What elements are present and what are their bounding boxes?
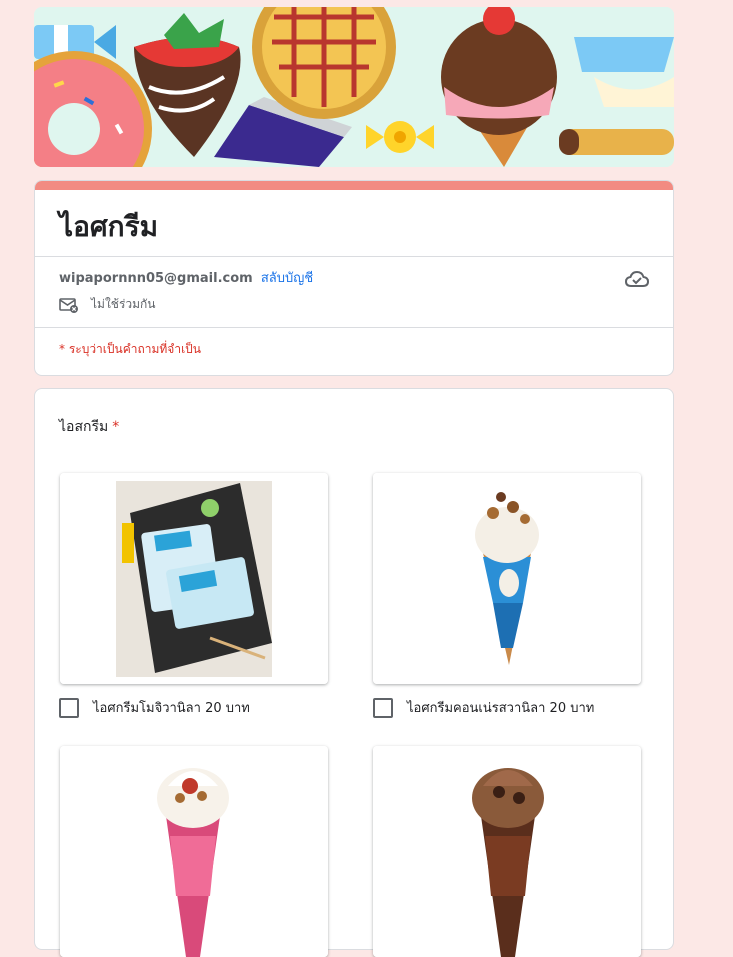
required-asterisk: * [112,419,120,435]
question-card: ไอสกรีม * ไอศกรีมโมจิวานิลา 20 บาท ไอศกร… [34,388,674,957]
question-title-text: ไอสกรีม [59,419,109,435]
account-divider [35,327,673,328]
header-banner-image [34,7,674,167]
option-row-2[interactable]: ไอศกรีมคอนเน่รสวานิลา 20 บาท [373,697,594,718]
option-label-2: ไอศกรีมคอนเน่รสวานิลา 20 บาท [407,701,595,716]
option-checkbox-2[interactable] [373,697,393,718]
option-row-1[interactable]: ไอศกรีมโมจิวานิลา 20 บาท [59,697,250,718]
option-image-cornetto-vanilla[interactable] [373,473,641,684]
not-shared-row: ไม่ใช้ร่วมกัน [59,295,156,314]
option-label-1: ไอศกรีมโมจิวานิลา 20 บาท [93,701,250,716]
cloud-saved-icon[interactable] [625,269,649,289]
option-image-mochi[interactable] [60,473,328,684]
not-shared-label: ไม่ใช้ร่วมกัน [91,297,156,311]
option-image-cornetto-strawberry[interactable] [60,746,328,957]
option-image-cornetto-chocolate[interactable] [373,746,641,957]
header-divider [35,256,673,257]
account-row: wipapornnn05@gmail.com สลับบัญชี [59,267,313,288]
form-title: ไอศกรีม [59,210,159,243]
form-accent-bar [35,181,673,190]
required-note: * ระบุว่าเป็นคำถามที่จำเป็น [59,342,202,356]
option-checkbox-1[interactable] [59,697,79,718]
account-email: wipapornnn05@gmail.com [59,271,253,286]
form-header-card: ไอศกรีม wipapornnn05@gmail.com สลับบัญชี… [34,180,674,376]
switch-account-link[interactable]: สลับบัญชี [261,271,313,286]
question-title: ไอสกรีม * [59,416,119,438]
mail-off-icon [59,297,78,313]
